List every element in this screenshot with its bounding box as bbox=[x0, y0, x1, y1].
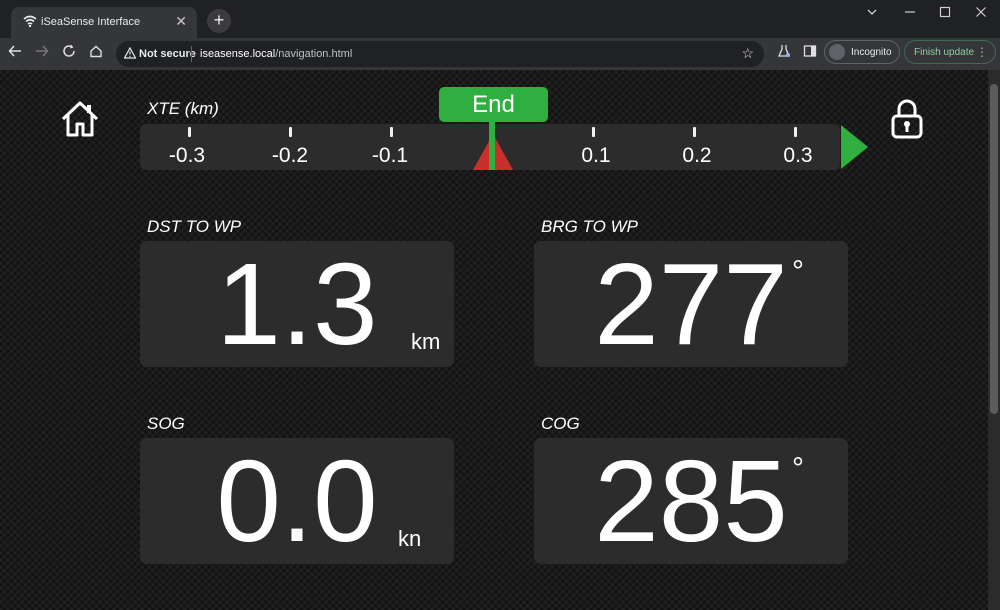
back-arrow-icon[interactable] bbox=[5, 44, 25, 64]
tab-close-button[interactable]: ✕ bbox=[175, 13, 187, 30]
wifi-icon bbox=[23, 15, 37, 30]
xte-tick-mark bbox=[592, 127, 595, 137]
xte-tick-mark bbox=[693, 127, 696, 137]
browser-toolbar: Not secure iseasense.local/navigation.ht… bbox=[0, 38, 1000, 70]
brg-label: BRG TO WP bbox=[541, 217, 638, 236]
dst-unit: km bbox=[411, 329, 441, 354]
url-host: iseasense.local bbox=[200, 48, 276, 60]
browser-tab[interactable]: iSeaSense Interface ✕ bbox=[11, 7, 197, 38]
home-icon[interactable] bbox=[60, 100, 100, 143]
finish-update-label: Finish update bbox=[914, 47, 975, 58]
sog-unit: kn bbox=[398, 526, 422, 551]
xte-tick-mark bbox=[188, 127, 191, 137]
maximize-icon[interactable] bbox=[939, 6, 951, 21]
new-tab-button[interactable]: + bbox=[207, 9, 231, 33]
address-divider bbox=[191, 46, 192, 62]
page-scrollbar[interactable] bbox=[988, 70, 1000, 610]
xte-tick-label: -0.3 bbox=[168, 144, 206, 167]
xte-tick-label: 0.1 bbox=[581, 144, 611, 167]
xte-tick-label: -0.2 bbox=[271, 144, 309, 167]
steer-direction-arrow-icon bbox=[841, 125, 868, 169]
alert-triangle-icon bbox=[123, 46, 137, 62]
incognito-label: Incognito bbox=[851, 47, 892, 58]
url-path: /navigation.html bbox=[275, 48, 353, 60]
browser-home-icon[interactable] bbox=[86, 44, 106, 64]
finish-update-button[interactable]: Finish update ⋮ bbox=[904, 40, 996, 64]
scrollbar-thumb[interactable] bbox=[990, 84, 998, 414]
track-line-needle bbox=[489, 118, 495, 170]
brg-unit: ° bbox=[792, 255, 804, 288]
xte-tick-mark bbox=[390, 127, 393, 137]
xte-tick-mark bbox=[289, 127, 292, 137]
sog-panel: 0.0 kn bbox=[140, 438, 454, 564]
menu-dots-icon[interactable]: ⋮ bbox=[976, 45, 988, 59]
lock-icon[interactable] bbox=[890, 98, 924, 145]
cog-panel: 285 ° bbox=[534, 438, 848, 564]
incognito-icon bbox=[829, 44, 845, 60]
navigation-page: XTE (km) -0.3 -0.2 -0.1 0.1 0.2 0.3 End … bbox=[0, 70, 988, 610]
dst-value: 1.3 bbox=[216, 239, 378, 369]
tab-search-chevron-icon[interactable] bbox=[866, 6, 878, 21]
xte-tick-mark bbox=[794, 127, 797, 137]
cog-label: COG bbox=[541, 414, 580, 433]
minimize-icon[interactable] bbox=[904, 6, 916, 21]
address-bar[interactable]: Not secure iseasense.local/navigation.ht… bbox=[116, 41, 764, 67]
xte-label: XTE (km) bbox=[147, 99, 219, 118]
waypoint-status-badge: End bbox=[439, 87, 548, 122]
dst-label: DST TO WP bbox=[147, 217, 242, 236]
forward-arrow-icon[interactable] bbox=[32, 44, 52, 64]
dst-panel: 1.3 km bbox=[140, 241, 454, 367]
browser-tab-bar: iSeaSense Interface ✕ + bbox=[0, 0, 1000, 38]
security-status[interactable]: Not secure bbox=[139, 48, 196, 60]
xte-tick-label: -0.1 bbox=[371, 144, 409, 167]
tab-title: iSeaSense Interface bbox=[41, 16, 141, 28]
brg-panel: 277 ° bbox=[534, 241, 848, 367]
xte-tick-label: 0.2 bbox=[682, 144, 712, 167]
star-icon[interactable]: ☆ bbox=[741, 45, 754, 62]
lab-icon[interactable] bbox=[774, 44, 794, 64]
incognito-button[interactable]: Incognito bbox=[824, 40, 900, 64]
reload-icon[interactable] bbox=[59, 44, 79, 64]
window-close-icon[interactable] bbox=[975, 6, 987, 21]
sidepanel-icon[interactable] bbox=[800, 44, 820, 64]
cog-unit: ° bbox=[792, 452, 804, 485]
xte-tick-label: 0.3 bbox=[783, 144, 813, 167]
url-text[interactable]: iseasense.local/navigation.html bbox=[200, 48, 352, 60]
sog-label: SOG bbox=[147, 414, 185, 433]
